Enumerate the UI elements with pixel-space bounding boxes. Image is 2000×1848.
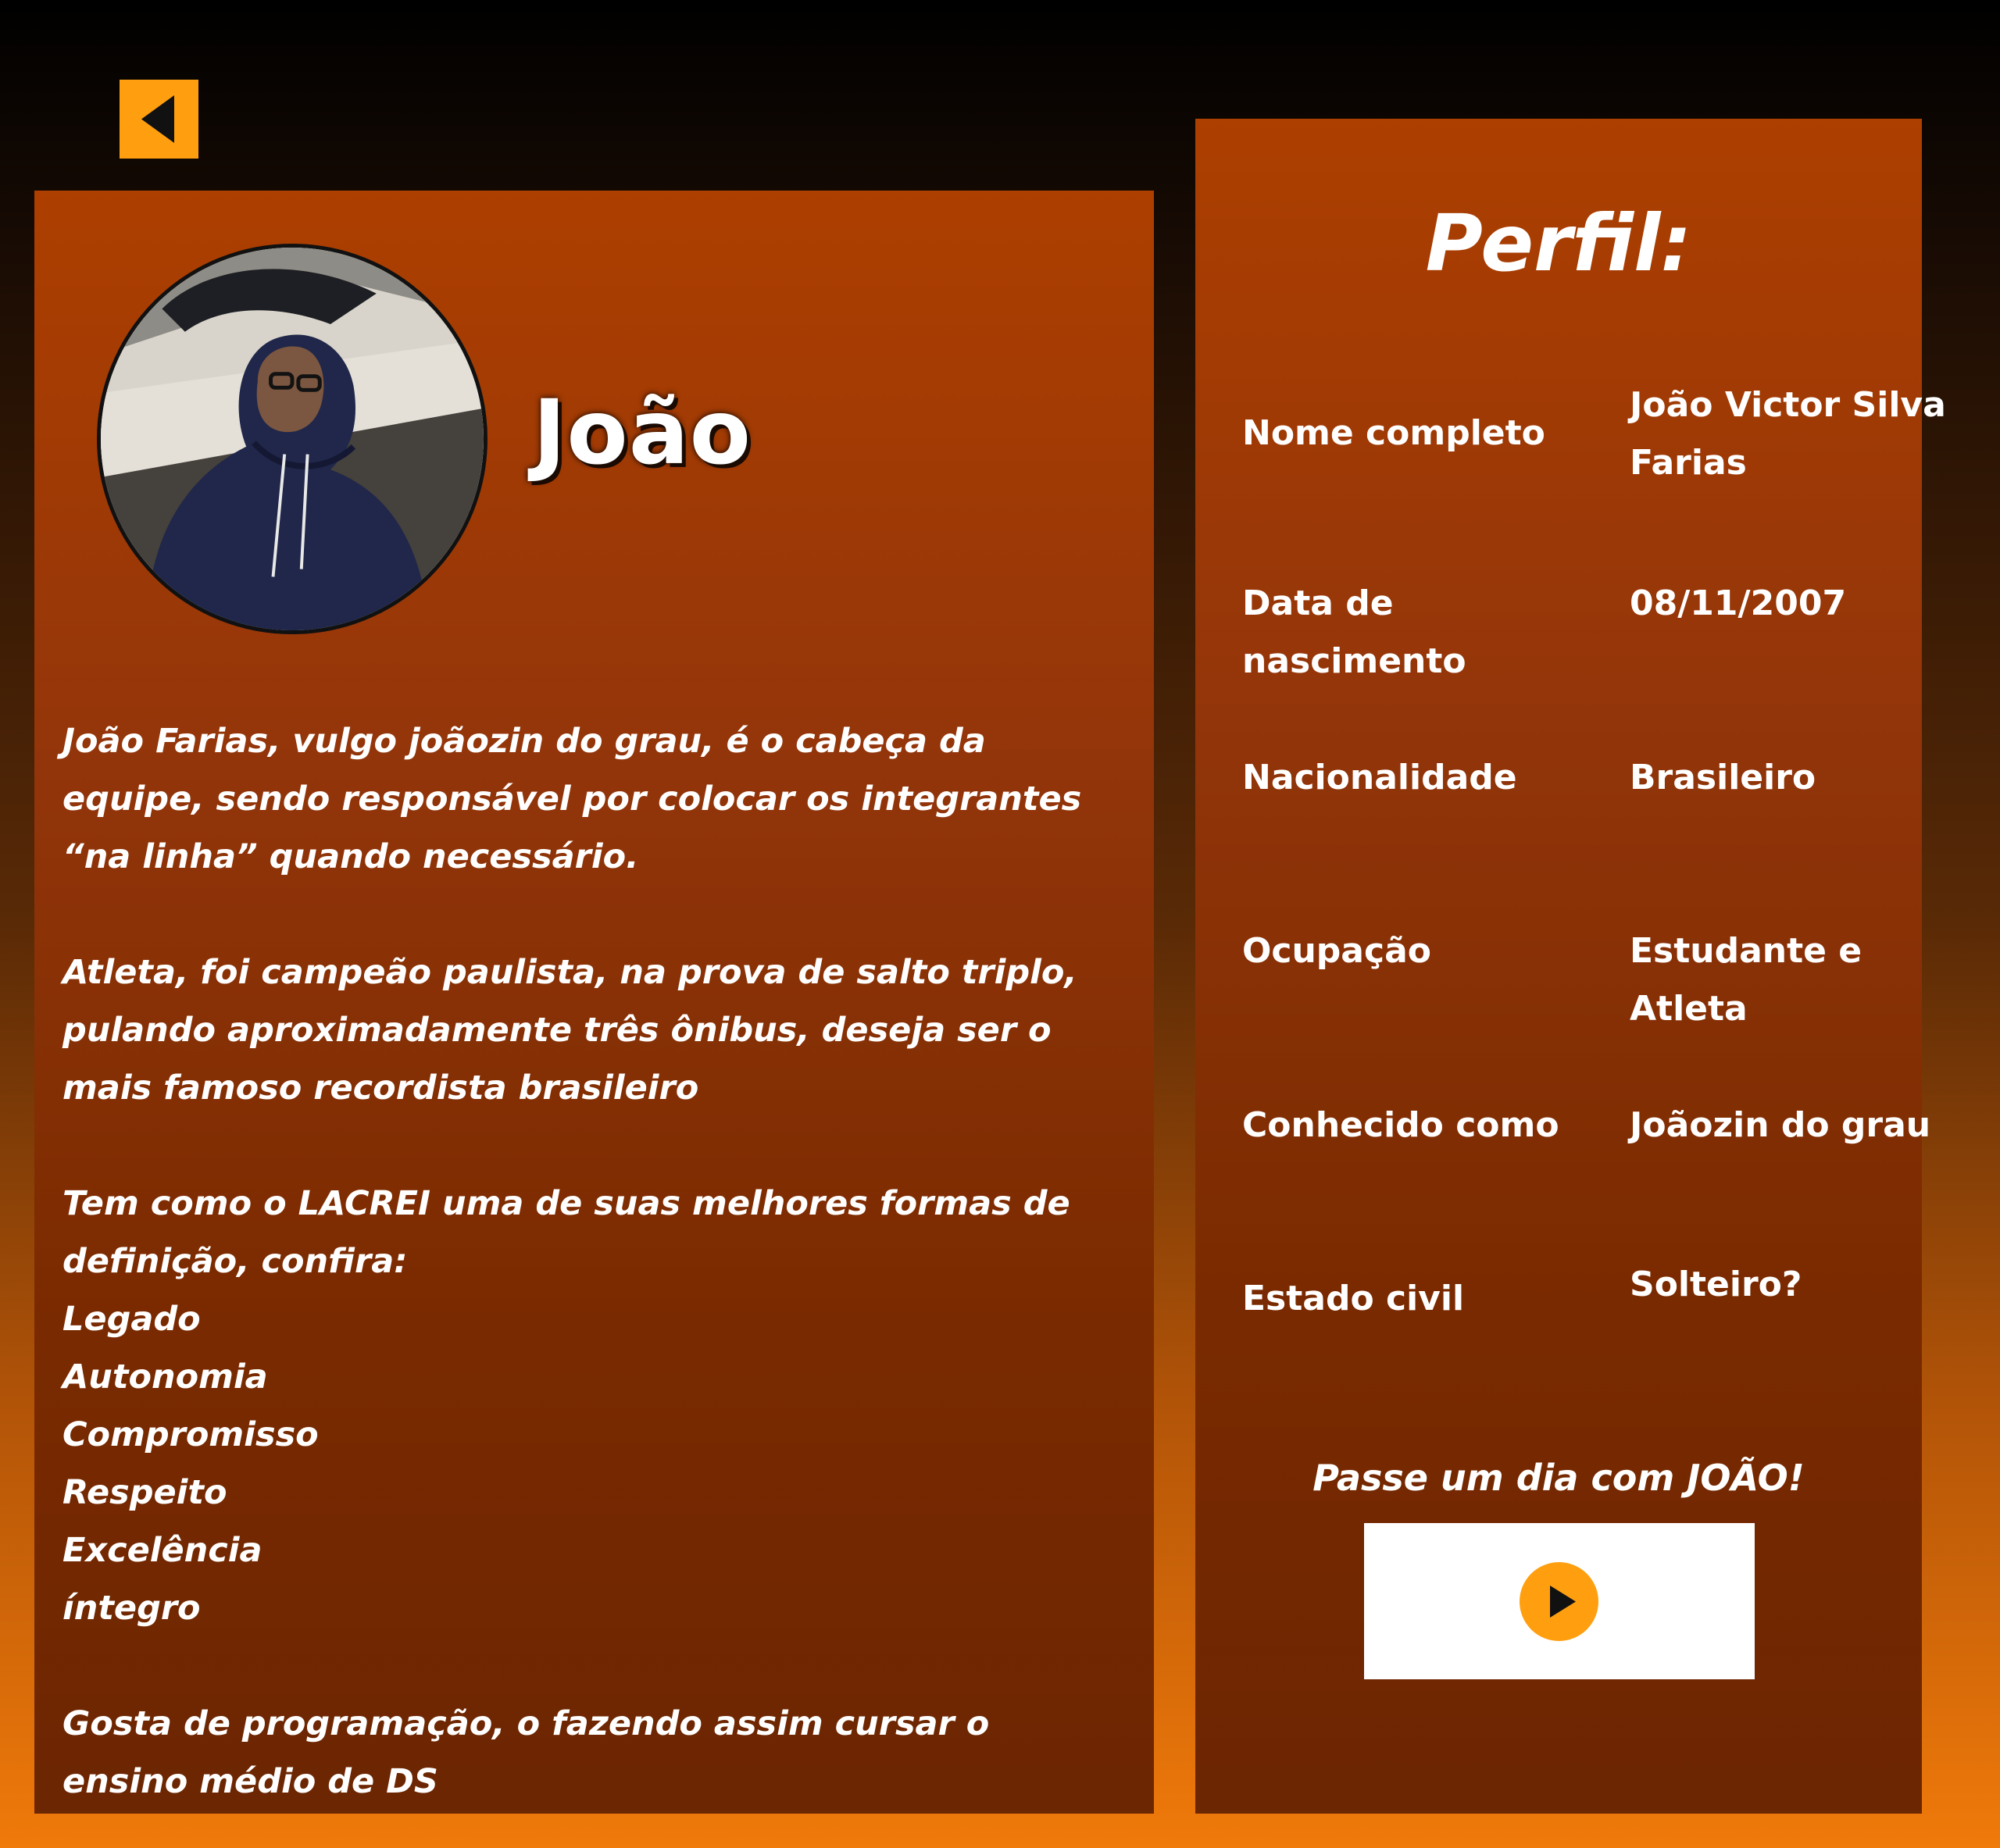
value-item: íntegro <box>62 1589 201 1628</box>
back-button[interactable] <box>120 80 198 159</box>
promo-text: Passe um dia com JOÃO! <box>1312 1457 1805 1499</box>
value-item: Autonomia <box>62 1357 268 1397</box>
profile-label: Ocupação <box>1242 931 1431 971</box>
value-item: Compromisso <box>62 1415 319 1454</box>
profile-value: Solteiro? <box>1630 1265 1802 1304</box>
page-title: João <box>533 380 752 484</box>
profile-label: Nome completo <box>1242 413 1545 453</box>
bio-paragraph: João Farias, vulgo joãozin do grau, é o … <box>62 722 1082 876</box>
profile-value: Brasileiro <box>1630 758 1816 797</box>
profile-photo <box>97 244 488 634</box>
value-item: Excelência <box>62 1531 262 1570</box>
values-list: Legado Autonomia Compromisso Respeito Ex… <box>62 1290 1125 1637</box>
caret-left-icon <box>141 95 174 143</box>
profile-value: Estudante e Atleta <box>1630 931 1862 1029</box>
profile-label: Nacionalidade <box>1242 758 1517 797</box>
video-player[interactable] <box>1364 1523 1755 1679</box>
profile-label: Conhecido como <box>1242 1105 1559 1145</box>
profile-value: Joãozin do grau <box>1630 1105 1931 1145</box>
bio-paragraph: Atleta, foi campeão paulista, na prova d… <box>62 953 1077 1108</box>
profile-value: João Victor Silva Farias <box>1630 385 1946 483</box>
bio-paragraph: Gosta de programação, o fazendo assim cu… <box>62 1704 990 1801</box>
value-item: Respeito <box>62 1473 227 1512</box>
value-item: Legado <box>62 1300 201 1339</box>
profile-label: Data de nascimento <box>1242 583 1466 681</box>
profile-label: Estado civil <box>1242 1279 1465 1318</box>
bio-card: João João Farias, vulgo joãozin do grau,… <box>34 191 1154 1814</box>
play-icon <box>1550 1586 1576 1618</box>
profile-value: 08/11/2007 <box>1630 583 1847 623</box>
profile-photo-illustration <box>101 248 484 630</box>
profile-heading: Perfil: <box>1425 198 1692 289</box>
bio-text: João Farias, vulgo joãozin do grau, é o … <box>62 712 1125 1811</box>
play-button[interactable] <box>1520 1562 1598 1641</box>
profile-card: Perfil: Nome completo João Victor Silva … <box>1195 119 1946 1814</box>
bio-paragraph: Tem como o LACREI uma de suas melhores f… <box>62 1184 1070 1281</box>
